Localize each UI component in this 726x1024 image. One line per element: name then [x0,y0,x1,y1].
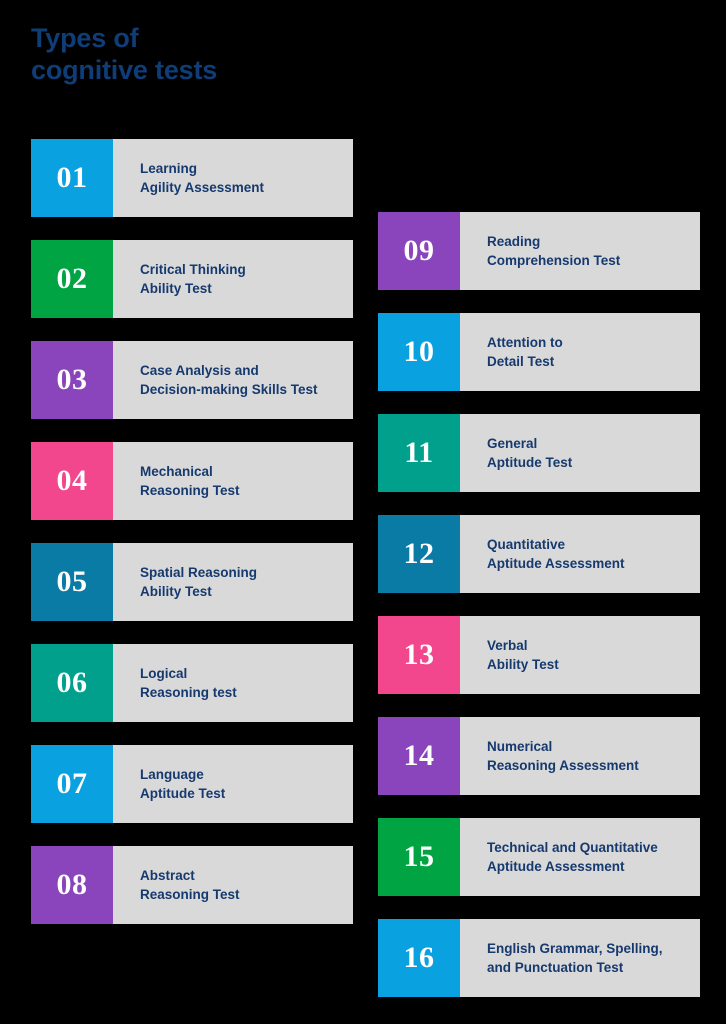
card-body: Language Aptitude Test [113,745,353,823]
card-number-badge: 10 [378,313,460,391]
card-body: Verbal Ability Test [460,616,700,694]
card-body: Quantitative Aptitude Assessment [460,515,700,593]
card-number-badge: 01 [31,139,113,217]
card-body: Numerical Reasoning Assessment [460,717,700,795]
test-card[interactable]: 10 Attention to Detail Test [378,313,700,391]
test-card[interactable]: 14 Numerical Reasoning Assessment [378,717,700,795]
infographic-poster: Types of cognitive tests 01 Learning Agil… [0,0,726,1024]
card-body: Spatial Reasoning Ability Test [113,543,353,621]
card-number-badge: 07 [31,745,113,823]
test-card[interactable]: 16 English Grammar, Spelling, and Punctua… [378,919,700,997]
card-column-right: 09 Reading Comprehension Test 10 Attention … [378,212,700,997]
test-card[interactable]: 05 Spatial Reasoning Ability Test [31,543,353,621]
test-card[interactable]: 02 Critical Thinking Ability Test [31,240,353,318]
card-body: Technical and Quantitative Aptitude Asse… [460,818,700,896]
card-number-badge: 05 [31,543,113,621]
card-label: Learning Agility Assessment [140,161,265,195]
test-card[interactable]: 04 Mechanical Reasoning Test [31,442,353,520]
card-body: Mechanical Reasoning Test [113,442,353,520]
card-label: English Grammar, Spelling, and Punctuati… [487,941,663,975]
card-label: Quantitative Aptitude Assessment [487,537,625,571]
card-label: Technical and Quantitative Aptitude Asse… [487,840,658,874]
card-number-badge: 06 [31,644,113,722]
card-number-badge: 12 [378,515,460,593]
card-number-badge: 13 [378,616,460,694]
card-body: English Grammar, Spelling, and Punctuati… [460,919,700,997]
test-card[interactable]: 07 Language Aptitude Test [31,745,353,823]
card-column-left: 01 Learning Agility Assessment 02 Critical … [31,139,353,924]
card-body: Logical Reasoning test [113,644,353,722]
page-title: Types of cognitive tests [31,23,218,85]
card-body: Reading Comprehension Test [460,212,700,290]
card-number-badge: 08 [31,846,113,924]
card-body: Abstract Reasoning Test [113,846,353,924]
card-label: Critical Thinking Ability Test [140,262,246,296]
card-label: Language Aptitude Test [140,767,226,801]
card-label: Mechanical Reasoning Test [140,464,240,498]
card-label: Abstract Reasoning Test [140,868,240,902]
test-card[interactable]: 08 Abstract Reasoning Test [31,846,353,924]
card-number-badge: 16 [378,919,460,997]
card-number-badge: 03 [31,341,113,419]
card-body: Learning Agility Assessment [113,139,353,217]
card-label: Numerical Reasoning Assessment [487,739,639,773]
card-number-badge: 02 [31,240,113,318]
card-label: Attention to Detail Test [487,335,563,369]
card-label: Logical Reasoning test [140,666,237,700]
card-label: Spatial Reasoning Ability Test [140,565,258,599]
card-label: General Aptitude Test [487,436,573,470]
card-label: Reading Comprehension Test [487,234,621,268]
test-card[interactable]: 11 General Aptitude Test [378,414,700,492]
test-card[interactable]: 09 Reading Comprehension Test [378,212,700,290]
test-card[interactable]: 03 Case Analysis and Decision-making Skil… [31,341,353,419]
test-card[interactable]: 06 Logical Reasoning test [31,644,353,722]
card-body: Attention to Detail Test [460,313,700,391]
card-label: Verbal Ability Test [487,638,559,672]
card-number-badge: 04 [31,442,113,520]
test-card[interactable]: 12 Quantitative Aptitude Assessment [378,515,700,593]
card-body: Case Analysis and Decision-making Skills… [113,341,353,419]
card-label: Case Analysis and Decision-making Skills… [140,363,318,397]
card-number-badge: 14 [378,717,460,795]
test-card[interactable]: 01 Learning Agility Assessment [31,139,353,217]
card-body: Critical Thinking Ability Test [113,240,353,318]
card-number-badge: 15 [378,818,460,896]
test-card[interactable]: 13 Verbal Ability Test [378,616,700,694]
card-number-badge: 11 [378,414,460,492]
card-number-badge: 09 [378,212,460,290]
test-card[interactable]: 15 Technical and Quantitative Aptitude As… [378,818,700,896]
card-body: General Aptitude Test [460,414,700,492]
